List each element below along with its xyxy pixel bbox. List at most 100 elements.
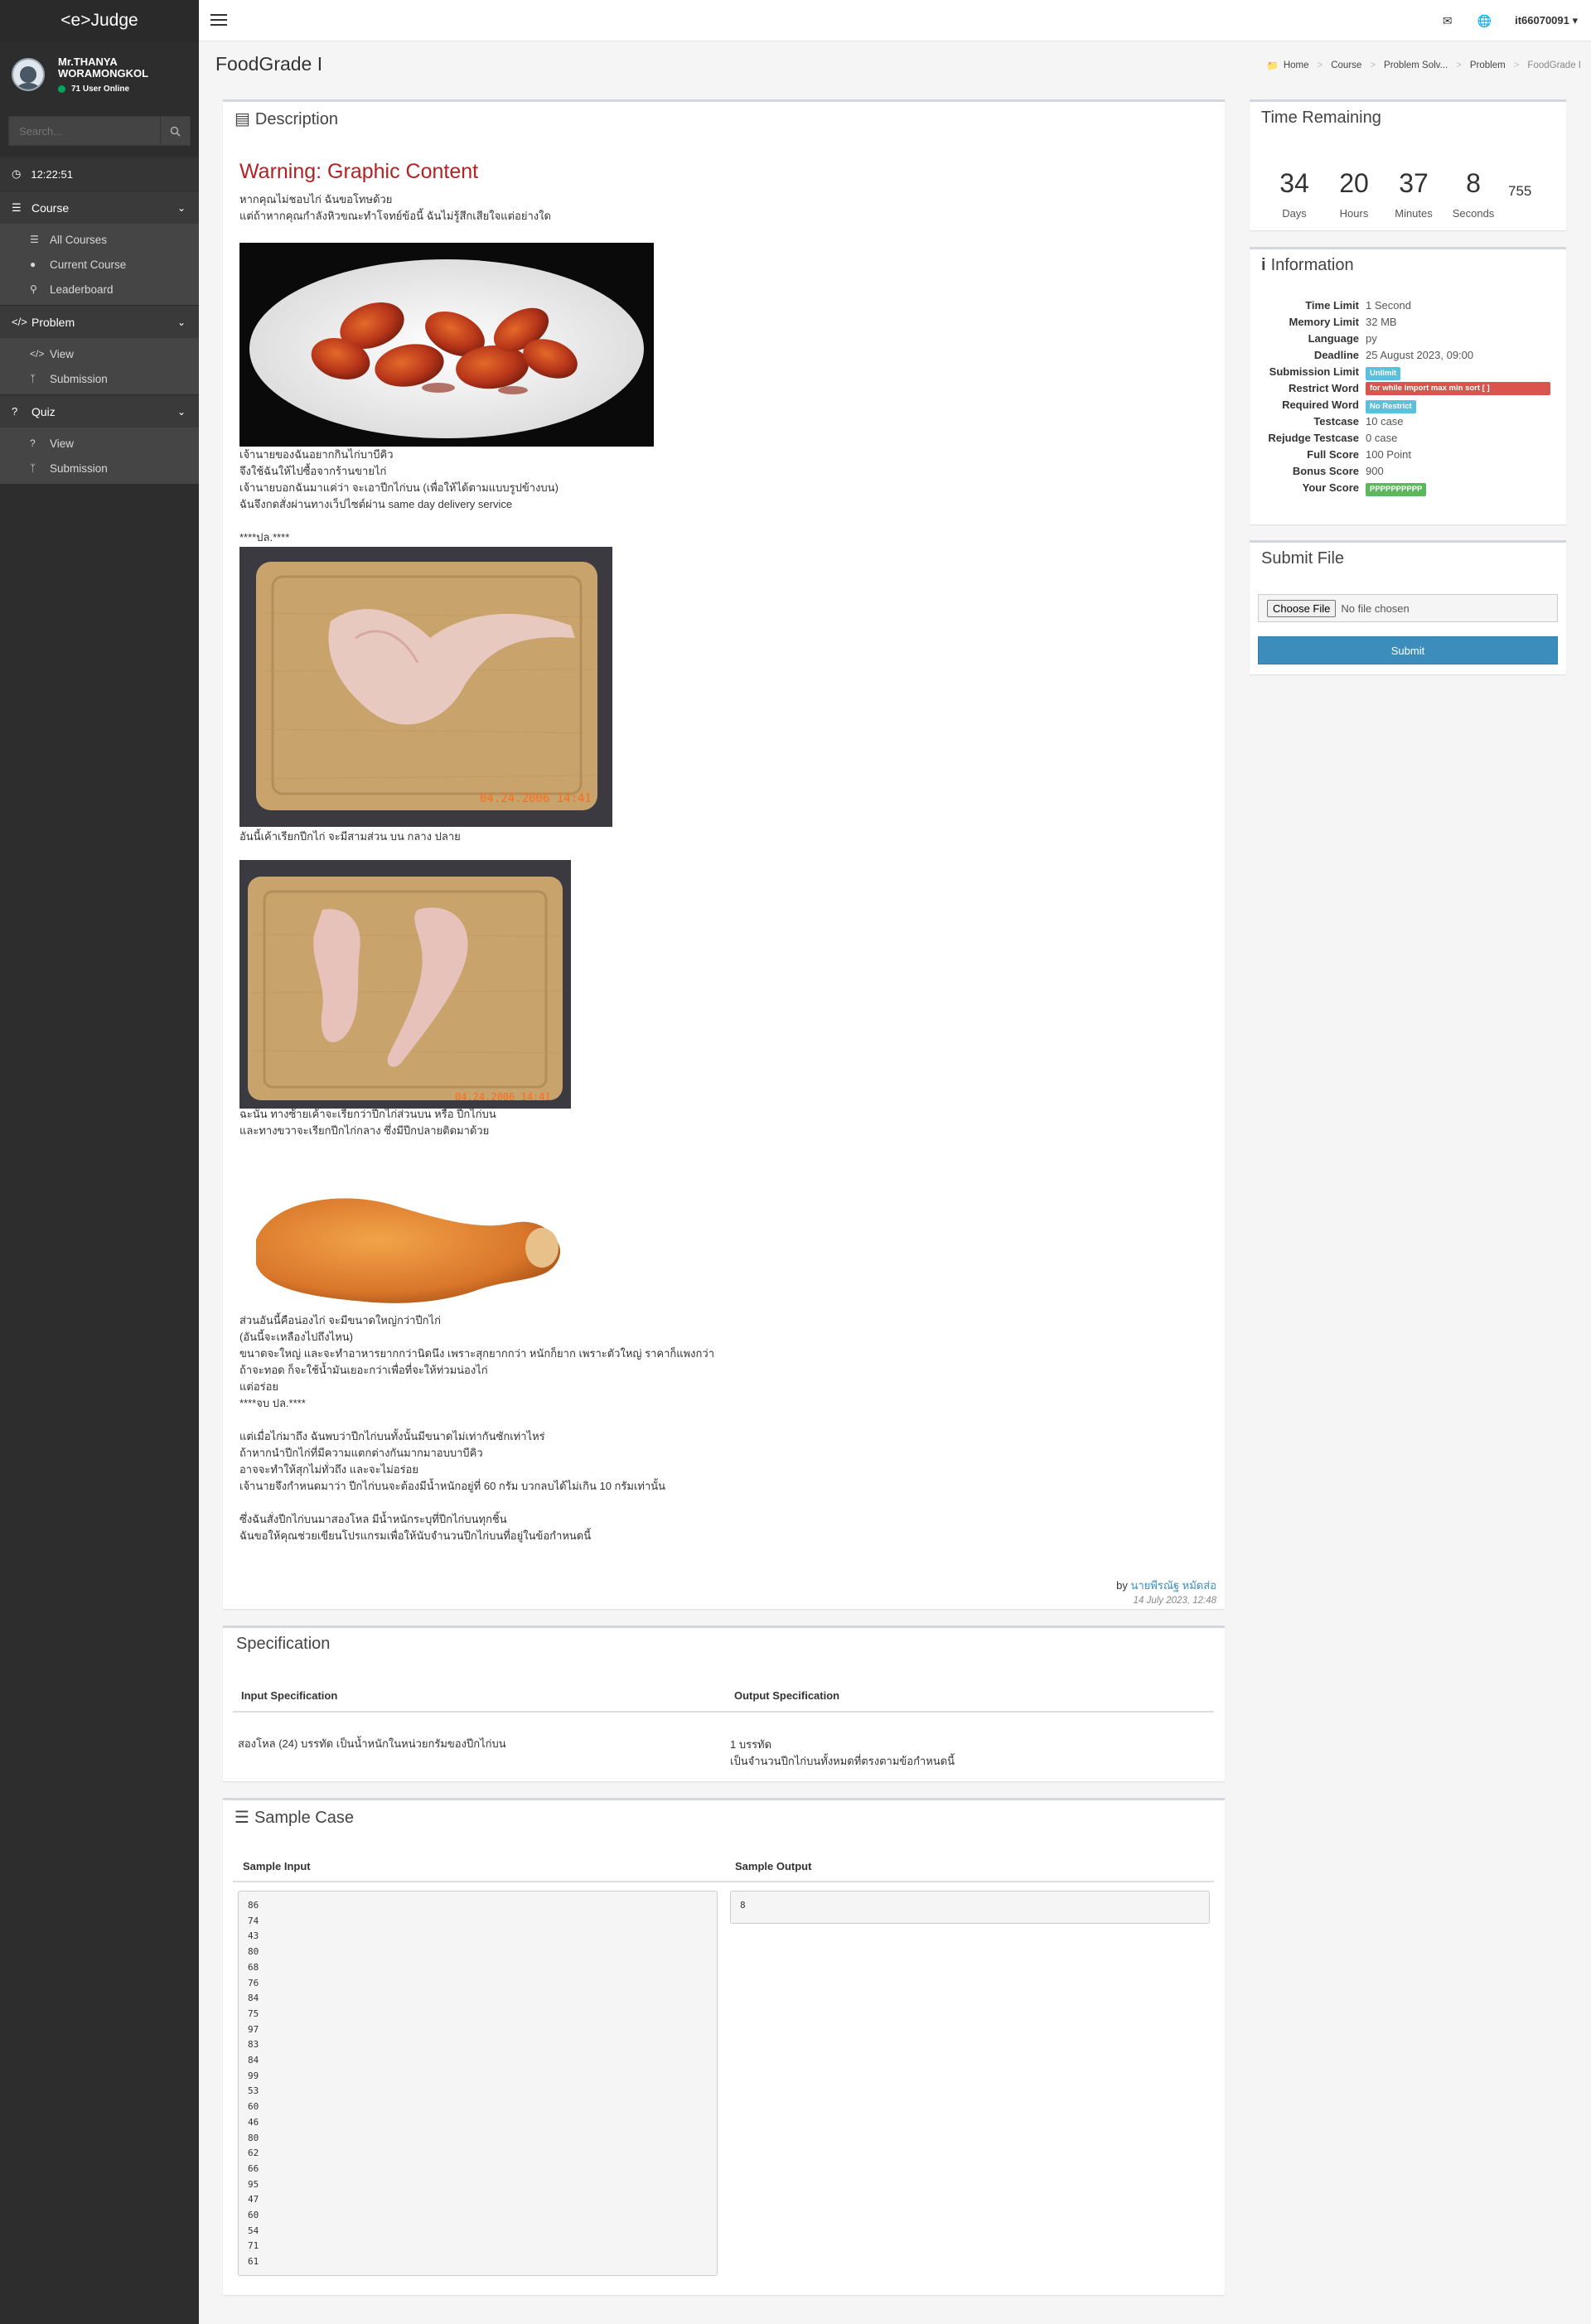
info-key: Bonus Score [1292, 465, 1359, 477]
raw-wing-image: 04.24.2006 14:41 [239, 547, 612, 827]
author-link[interactable]: นายพีรณัฐ หมัดส่อ [1130, 1579, 1216, 1592]
sidebar-item-label: Leaderboard [50, 283, 114, 296]
nav-problem-items: </> View ᛉ Submission [0, 338, 199, 394]
nav-problem-label: Problem [31, 315, 75, 329]
online-count: 71 User Online [71, 84, 130, 94]
info-key: Restrict Word [1289, 382, 1359, 394]
clock: ◷ 12:22:51 [0, 157, 199, 191]
sidebar-item-label: View [50, 347, 75, 360]
envelope-icon[interactable]: ✉ [1443, 14, 1453, 28]
info-row: Your Score PPPPPPPPPP [1250, 481, 1564, 498]
information-header: i Information [1250, 249, 1566, 282]
time-remaining-box: Time Remaining 34 Days 20 Hours 37 Minutes … [1250, 99, 1566, 230]
user-name: Mr.THANYA WORAMONGKOL [58, 55, 149, 80]
time-remaining-title: Time Remaining [1261, 109, 1381, 127]
menu-toggle-icon[interactable] [210, 14, 227, 27]
user-menu[interactable]: it66070091 ▾ [1515, 14, 1578, 27]
code-icon: </> [12, 316, 27, 328]
sidebar-item-problem-submission[interactable]: ᛉ Submission [0, 366, 199, 391]
choose-file-button[interactable]: Choose File [1267, 599, 1337, 617]
search-icon [170, 126, 181, 137]
clock-icon: ◷ [12, 167, 22, 180]
output-spec-text: 1 บรรทัด เป็นจำนวนปีกไก่บนทั้งหมดที่ตรงต… [730, 1738, 955, 1767]
info-badge: PPPPPPPPPP [1366, 483, 1427, 496]
countdown-days: 34 Days [1265, 168, 1324, 220]
info-value: 10 case [1366, 415, 1404, 428]
countdown-hours: 20 Hours [1324, 168, 1384, 220]
brand-logo[interactable]: <e>Judge [0, 0, 199, 41]
globe-icon[interactable]: 🌐 [1477, 14, 1492, 28]
breadcrumb-problem[interactable]: Problem [1470, 60, 1506, 70]
information-title: Information [1270, 256, 1354, 274]
sample-case-box: ☰ Sample Case Sample Input Sample Output … [223, 1798, 1225, 2295]
nav-course-label: Course [31, 201, 70, 215]
sample-output-block[interactable]: 8 [730, 1891, 1210, 1924]
sidebar-item-leaderboard[interactable]: ⚲ Leaderboard [0, 277, 199, 302]
sidebar-item-current-course[interactable]: ● Current Course [0, 252, 199, 277]
info-value: Unlimit [1366, 365, 1564, 382]
info-value: py [1366, 332, 1377, 345]
info-value: for while import max min sort [ ] [1366, 382, 1564, 399]
info-badge: for while import max min sort [ ] [1366, 382, 1550, 395]
map-marker-icon: ● [30, 258, 36, 270]
file-input[interactable]: Choose File No file chosen [1258, 594, 1558, 622]
info-value: No Restrict [1366, 399, 1564, 415]
input-spec-text: สองโหล (24) บรรทัด เป็นน้ำหนักในหน่วยกรั… [238, 1737, 506, 1750]
sidebar-item-problem-view[interactable]: </> View [0, 341, 199, 366]
breadcrumb-problem-solving[interactable]: Problem Solv... [1384, 60, 1448, 70]
nav-quiz[interactable]: ? Quiz ⌄ [0, 394, 199, 428]
list-icon: ☰ [30, 234, 39, 245]
info-key: Language [1308, 332, 1359, 345]
search-button[interactable] [160, 117, 190, 145]
info-value: 0 case [1366, 432, 1398, 444]
info-row: Submission Limit Unlimit [1250, 365, 1564, 382]
countdown-milliseconds: 755 [1508, 183, 1532, 199]
info-key: Deadline [1313, 349, 1359, 361]
sample-output-header: Sample Output [735, 1860, 812, 1872]
photo-date-stamp: 04.24.2006 14:41 [455, 1091, 551, 1103]
nav-quiz-items: ? View ᛉ Submission [0, 428, 199, 484]
sidebar-item-quiz-view[interactable]: ? View [0, 431, 199, 456]
info-row: Full Score 100 Point [1250, 448, 1564, 465]
avatar [12, 58, 45, 91]
submit-file-title: Submit File [1261, 549, 1345, 568]
info-key: Time Limit [1305, 299, 1359, 312]
info-value: 100 Point [1366, 448, 1411, 461]
minutes-label: Minutes [1395, 207, 1433, 220]
online-status: 71 User Online [58, 85, 174, 94]
info-row: Language py [1250, 332, 1564, 349]
sample-input-block[interactable]: 86 74 43 80 68 76 84 75 97 83 84 99 53 6… [238, 1891, 718, 2276]
topbar: ✉ 🌐 it66070091 ▾ [199, 0, 1591, 41]
nav-course-items: ☰ All Courses ● Current Course ⚲ Leaderboar… [0, 224, 199, 305]
input-spec-header: Input Specification [241, 1689, 338, 1702]
nav-course[interactable]: ☰ Course ⌄ [0, 191, 199, 224]
info-key: Rejudge Testcase [1268, 432, 1359, 444]
breadcrumb-course[interactable]: Course [1331, 60, 1361, 70]
info-key: Testcase [1313, 415, 1359, 428]
nav-problem[interactable]: </> Problem ⌄ [0, 305, 199, 338]
minutes-value: 37 [1399, 168, 1429, 198]
photo-date-stamp: 04.24.2006 14:41 [480, 792, 592, 805]
info-row: Memory Limit 32 MB [1250, 316, 1564, 332]
wing-parts-image: 04.24.2006 14:41 [239, 860, 571, 1109]
info-value: 1 Second [1366, 299, 1411, 312]
info-row: Testcase 10 case [1250, 415, 1564, 432]
information-box: i Information Time Limit 1 Second Memory Li… [1250, 247, 1566, 524]
sidebar-item-quiz-submission[interactable]: ᛉ Submission [0, 456, 199, 481]
submit-button[interactable]: Submit [1258, 636, 1558, 664]
info-value: 900 [1366, 465, 1384, 477]
sidebar-item-label: Submission [50, 461, 108, 475]
search-box [8, 116, 191, 146]
user-panel: Mr.THANYA WORAMONGKOL 71 User Online [0, 41, 199, 108]
sidebar-item-all-courses[interactable]: ☰ All Courses [0, 227, 199, 252]
list-icon: ☰ [12, 201, 22, 214]
chevron-down-icon: ⌄ [177, 201, 186, 214]
sidebar-item-label: All Courses [50, 233, 108, 246]
sidebar-item-label: View [50, 437, 75, 450]
sidebar-item-label: Current Course [50, 258, 127, 271]
search-input[interactable] [9, 117, 160, 145]
breadcrumb-home[interactable]: Home [1284, 60, 1309, 70]
description-title: Description [254, 110, 338, 128]
seconds-label: Seconds [1452, 207, 1495, 220]
list-alt-icon: ▤ [235, 110, 250, 128]
